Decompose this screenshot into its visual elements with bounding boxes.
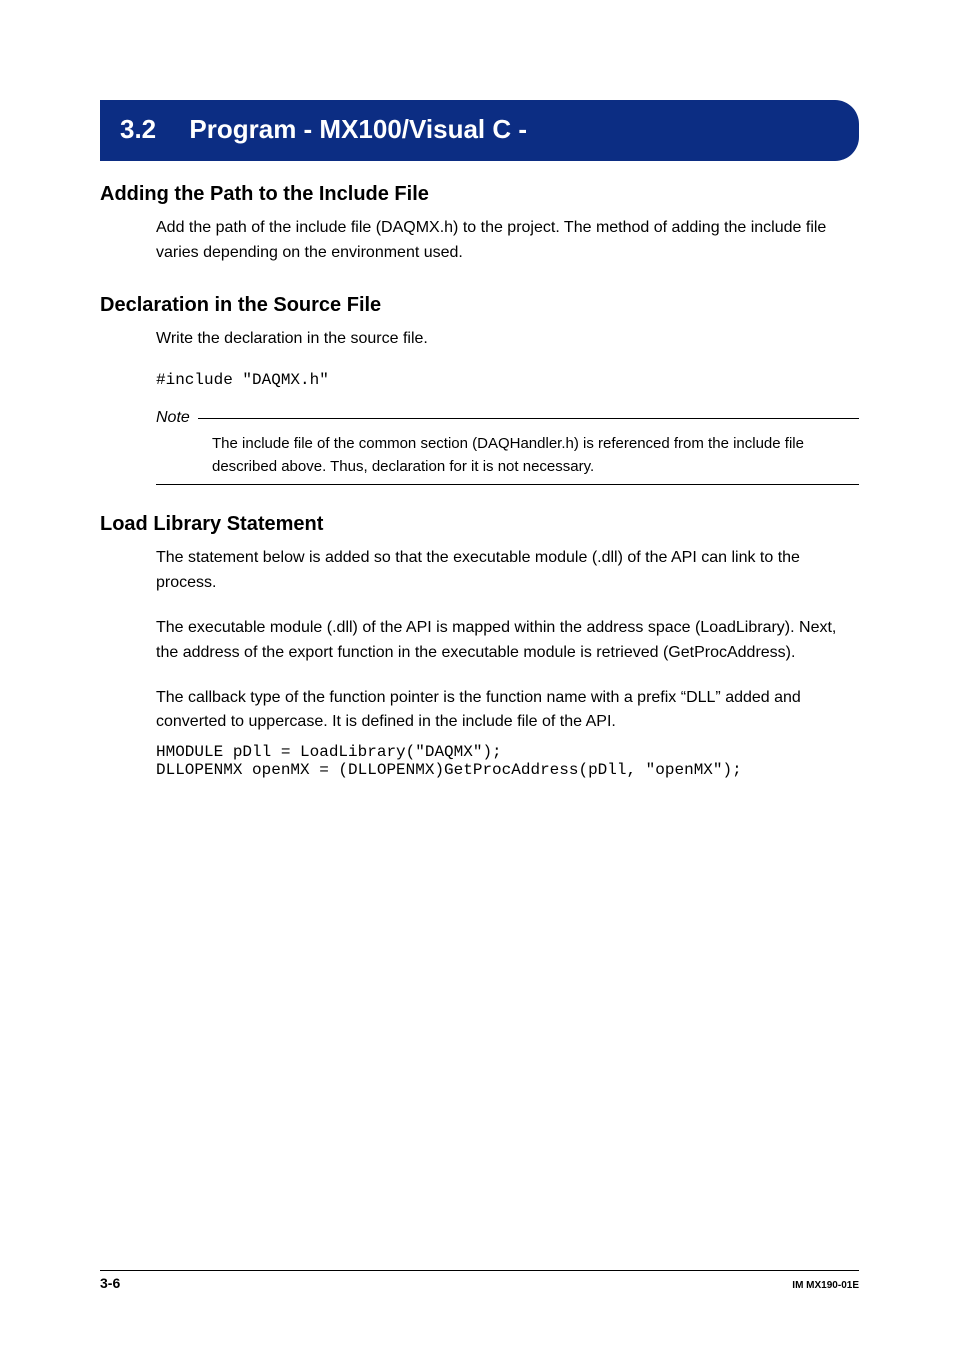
body-load-library-3: The callback type of the function pointe… xyxy=(156,686,859,736)
document-id: IM MX190-01E xyxy=(792,1280,859,1291)
section-number: 3.2 xyxy=(120,114,156,145)
section-load-library: Load Library Statement The statement bel… xyxy=(100,513,859,779)
body-declaration: Write the declaration in the source file… xyxy=(156,327,859,352)
body-load-library-1: The statement below is added so that the… xyxy=(156,546,859,596)
note-top-rule xyxy=(198,418,859,419)
heading-declaration: Declaration in the Source File xyxy=(100,294,859,317)
section-title: Program - MX100/Visual C - xyxy=(189,114,527,144)
page-footer: 3-6 IM MX190-01E xyxy=(100,1270,859,1291)
body-adding-path: Add the path of the include file (DAQMX.… xyxy=(156,216,859,266)
page-number: 3-6 xyxy=(100,1275,120,1291)
note-label: Note xyxy=(156,409,190,427)
heading-adding-path: Adding the Path to the Include File xyxy=(100,183,859,206)
section-adding-path: Adding the Path to the Include File Add … xyxy=(100,183,859,266)
section-banner: 3.2 Program - MX100/Visual C - xyxy=(100,100,859,161)
footer-rule xyxy=(100,1270,859,1271)
note-block: Note The include file of the common sect… xyxy=(156,409,859,485)
code-include: #include "DAQMX.h" xyxy=(156,371,859,389)
heading-load-library: Load Library Statement xyxy=(100,513,859,536)
body-load-library-2: The executable module (.dll) of the API … xyxy=(156,616,859,666)
note-bottom-rule xyxy=(156,484,859,485)
section-declaration: Declaration in the Source File Write the… xyxy=(100,294,859,486)
note-text: The include file of the common section (… xyxy=(212,433,859,478)
code-loadlibrary: HMODULE pDll = LoadLibrary("DAQMX"); DLL… xyxy=(156,743,859,779)
